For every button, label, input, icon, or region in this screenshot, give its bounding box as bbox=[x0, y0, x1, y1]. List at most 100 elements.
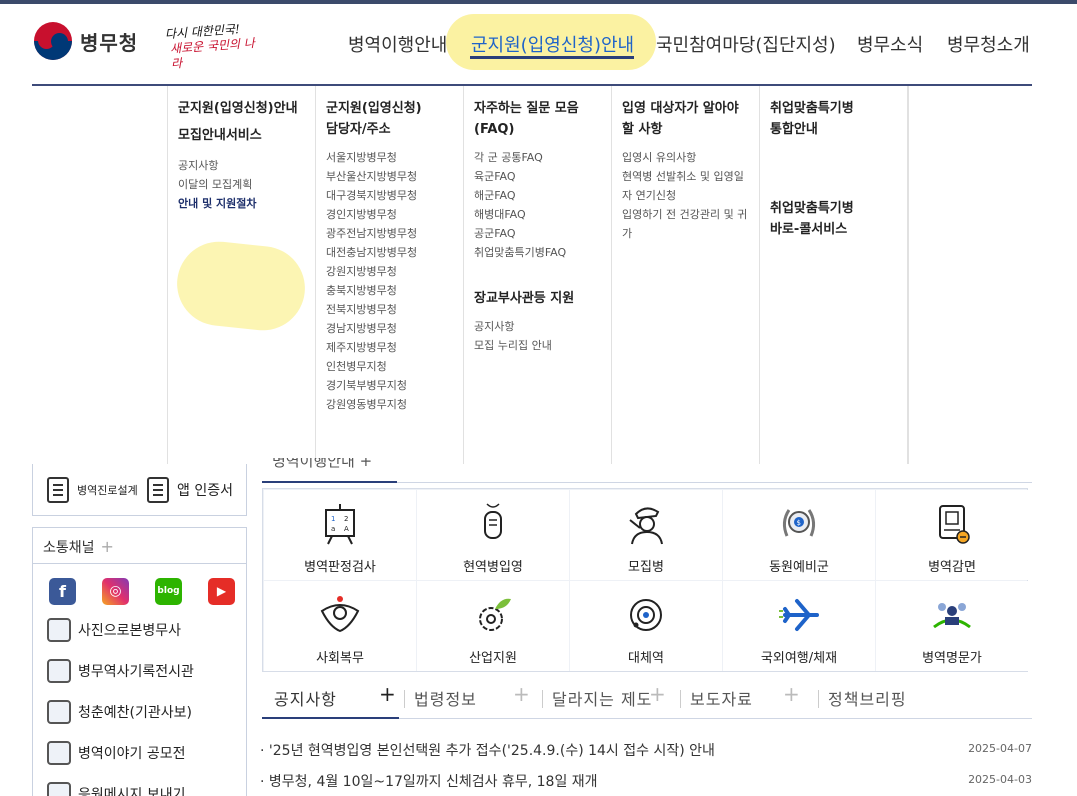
tab-press[interactable]: 보도자료 bbox=[690, 686, 753, 710]
svg-text:a: a bbox=[331, 525, 335, 533]
facebook-icon[interactable]: f bbox=[49, 578, 76, 605]
side-link-archive[interactable]: 병무역사기록전시관 bbox=[33, 650, 246, 691]
mega-link-health-care[interactable]: 가 bbox=[622, 224, 759, 243]
quick-link-certificate[interactable]: 앱 인증서 bbox=[147, 477, 233, 503]
mega-col-title[interactable]: 통합안내 bbox=[770, 119, 907, 140]
mega-link-cancel-postpone[interactable]: 자 연기신청 bbox=[622, 186, 759, 205]
social-service-emblem-icon bbox=[320, 596, 360, 633]
mega-col-divider bbox=[907, 86, 909, 464]
gnb-about[interactable]: 병무청소개 bbox=[947, 31, 1030, 57]
quick-link-career[interactable]: 병역진로설계 bbox=[47, 477, 138, 503]
side-link-photo-history[interactable]: 사진으로본병무사 bbox=[33, 609, 246, 650]
service-social[interactable]: 사회복무 bbox=[264, 581, 416, 671]
service-alternative[interactable]: 대체역 bbox=[570, 581, 722, 671]
mega-link-office[interactable]: 강원영동병무지청 bbox=[326, 395, 463, 414]
side-link-contest[interactable]: 병역이야기 공모전 bbox=[33, 732, 246, 773]
notice-item[interactable]: · 병무청, 4월 10일~17일까지 신체검사 휴무, 18일 재개 2025… bbox=[260, 771, 1032, 791]
service-label: 병역감면 bbox=[928, 560, 976, 575]
tab-notice[interactable]: 공지사항 bbox=[274, 686, 337, 710]
channels-box: 소통채널 + f ◎ blog ▶ 사진으로본병무사 병무역사기록전시관 청춘예찬… bbox=[32, 527, 247, 796]
gear-leaf-icon bbox=[479, 598, 511, 631]
plus-icon[interactable]: + bbox=[379, 682, 396, 706]
mega-link-office[interactable]: 경인지방병무청 bbox=[326, 205, 463, 224]
service-honor-family[interactable]: 병역명문가 bbox=[876, 581, 1028, 671]
plus-icon[interactable]: + bbox=[649, 682, 666, 706]
mega-sub-title[interactable]: 장교부사관등 지원 bbox=[474, 288, 611, 309]
mega-link-office[interactable]: 충북지방병무청 bbox=[326, 281, 463, 300]
career-icon bbox=[47, 477, 69, 503]
global-nav: 병역이행안내 군지원(입영신청)안내 국민참여마당(집단지성) 병무소식 병무청… bbox=[0, 31, 1077, 57]
section-tab-underline bbox=[262, 481, 397, 483]
mega-link-office[interactable]: 대전충남지방병무청 bbox=[326, 243, 463, 262]
mega-link-guide-procedure[interactable]: 안내 및 지원절차 bbox=[178, 194, 315, 213]
mega-col-title[interactable]: 군지원(입영신청)안내 bbox=[178, 98, 315, 119]
side-link-label: 병무역사기록전시관 bbox=[78, 663, 194, 680]
mega-col-title[interactable]: 입영 대상자가 알아야 bbox=[622, 98, 759, 119]
tab-policy-briefing[interactable]: 정책브리핑 bbox=[828, 686, 907, 710]
mega-col-title[interactable]: 군지원(입영신청) bbox=[326, 98, 463, 119]
plus-icon[interactable]: + bbox=[513, 682, 530, 706]
gnb-enlistment-application[interactable]: 군지원(입영신청)안내 bbox=[471, 31, 634, 57]
mega-link-office[interactable]: 광주전남지방병무청 bbox=[326, 224, 463, 243]
mega-link-office[interactable]: 부산울산지방병무청 bbox=[326, 167, 463, 186]
mega-col-contacts: 군지원(입영신청) 담당자/주소 서울지방병무청 부산울산지방병무청 대구경북지… bbox=[315, 86, 463, 464]
mega-link-office[interactable]: 강원지방병무청 bbox=[326, 262, 463, 281]
magazine-icon bbox=[47, 699, 71, 724]
mega-link-office[interactable]: 경남지방병무청 bbox=[326, 319, 463, 338]
service-reduction[interactable]: 병역감면 bbox=[876, 490, 1028, 580]
plus-icon[interactable]: + bbox=[783, 682, 800, 706]
main-section-tab[interactable]: 병역이행안내 + bbox=[262, 458, 397, 482]
mega-link-office[interactable]: 전북지방병무청 bbox=[326, 300, 463, 319]
mega-link-office[interactable]: 서울지방병무청 bbox=[326, 148, 463, 167]
blog-icon[interactable]: blog bbox=[155, 578, 182, 605]
quick-link-label: 병역진로설계 bbox=[77, 484, 138, 497]
mega-col-title[interactable]: 할 사항 bbox=[622, 119, 759, 140]
service-reserve[interactable]: $ 동원예비군 bbox=[723, 490, 875, 580]
service-industry[interactable]: 산업지원 bbox=[417, 581, 569, 671]
mega-link-health-care[interactable]: 입영하기 전 건강관리 및 귀 bbox=[622, 205, 759, 224]
mega-col-title[interactable]: 바로-콜서비스 bbox=[770, 219, 907, 240]
side-link-cheer-message[interactable]: 응원메시지 보내기 bbox=[33, 773, 246, 796]
service-active-duty[interactable]: 현역병입영 bbox=[417, 490, 569, 580]
instagram-icon[interactable]: ◎ bbox=[102, 578, 129, 605]
mega-link-faq[interactable]: 공군FAQ bbox=[474, 224, 611, 243]
document-badge-icon bbox=[939, 505, 970, 544]
service-label: 대체역 bbox=[628, 651, 664, 666]
tab-changes[interactable]: 달라지는 제도 bbox=[552, 686, 652, 710]
mega-link-office[interactable]: 대구경북지방병무청 bbox=[326, 186, 463, 205]
youtube-icon[interactable]: ▶ bbox=[208, 578, 235, 605]
mega-link-office[interactable]: 경기북부병무지청 bbox=[326, 376, 463, 395]
gnb-citizen-participation[interactable]: 국민참여마당(집단지성) bbox=[656, 31, 836, 57]
mega-link-notice[interactable]: 공지사항 bbox=[178, 156, 315, 175]
mega-link-monthly-plan[interactable]: 이달의 모집계획 bbox=[178, 175, 315, 194]
plus-icon[interactable]: + bbox=[101, 537, 114, 556]
side-link-magazine[interactable]: 청춘예찬(기관사보) bbox=[33, 691, 246, 732]
mega-col-title[interactable]: 자주하는 질문 모음 bbox=[474, 98, 611, 119]
mega-col-title[interactable]: 모집안내서비스 bbox=[178, 125, 315, 146]
notice-item[interactable]: · '25년 현역병입영 본인선택원 추가 접수('25.4.9.(수) 14시… bbox=[260, 740, 1032, 760]
service-exam[interactable]: 1 2 a A 병역판정검사 bbox=[264, 490, 416, 580]
notice-title: · '25년 현역병입영 본인선택원 추가 접수('25.4.9.(수) 14시… bbox=[260, 743, 715, 759]
mega-col-title[interactable]: 담당자/주소 bbox=[326, 119, 463, 140]
mega-link-faq[interactable]: 육군FAQ bbox=[474, 167, 611, 186]
tab-law[interactable]: 법령정보 bbox=[414, 686, 477, 710]
service-label: 병역판정검사 bbox=[304, 560, 376, 575]
mega-link-faq[interactable]: 취업맞춤특기병FAQ bbox=[474, 243, 611, 262]
mega-link-faq[interactable]: 해군FAQ bbox=[474, 186, 611, 205]
mega-link-office[interactable]: 제주지방병무청 bbox=[326, 338, 463, 357]
channels-header[interactable]: 소통채널 + bbox=[33, 528, 246, 564]
gnb-military-service-guide[interactable]: 병역이행안내 bbox=[348, 31, 447, 57]
mega-link-enlist-notes[interactable]: 입영시 유의사항 bbox=[622, 148, 759, 167]
mega-link-faq[interactable]: 각 군 공통FAQ bbox=[474, 148, 611, 167]
mega-link-cancel-postpone[interactable]: 현역병 선발취소 및 입영일 bbox=[622, 167, 759, 186]
mega-link-faq[interactable]: 해병대FAQ bbox=[474, 205, 611, 224]
mega-link-officer-notice[interactable]: 공지사항 bbox=[474, 317, 611, 336]
service-recruit[interactable]: 모집병 bbox=[570, 490, 722, 580]
mega-link-office[interactable]: 인천병무지청 bbox=[326, 357, 463, 376]
service-overseas[interactable]: 국외여행/체재 bbox=[723, 581, 875, 671]
mega-link-officer-site[interactable]: 모집 누리집 안내 bbox=[474, 336, 611, 355]
mega-col-title[interactable]: (FAQ) bbox=[474, 119, 611, 140]
gnb-news[interactable]: 병무소식 bbox=[857, 31, 923, 57]
mega-col-title[interactable]: 취업맞춤특기병 bbox=[770, 98, 907, 119]
mega-col-title[interactable]: 취업맞춤특기병 bbox=[770, 198, 907, 219]
